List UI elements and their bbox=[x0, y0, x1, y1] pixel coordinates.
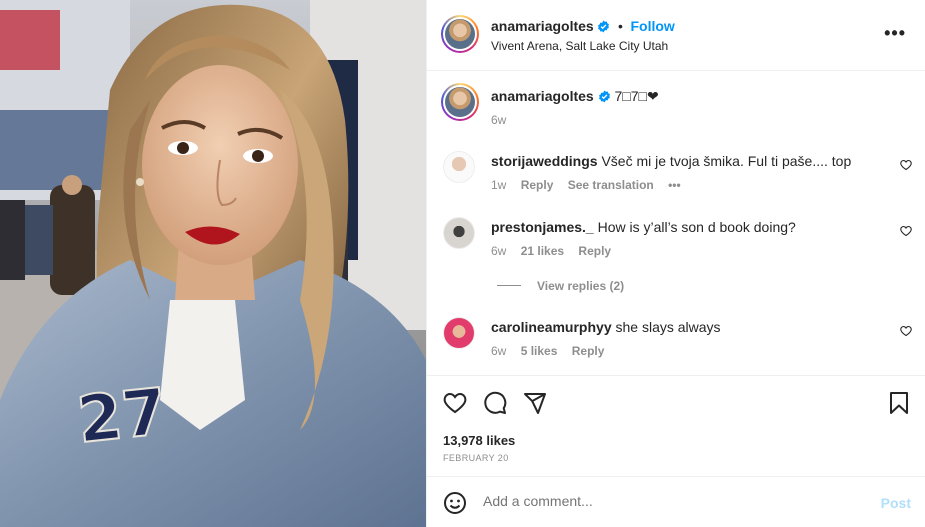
caption-text: 7□7□❤ bbox=[614, 88, 659, 104]
view-replies-button[interactable]: View replies (2) bbox=[537, 279, 624, 293]
comment-likes[interactable]: 21 likes bbox=[521, 244, 564, 258]
heart-icon[interactable] bbox=[900, 325, 912, 340]
heart-icon[interactable] bbox=[900, 159, 912, 174]
reply-button[interactable]: Reply bbox=[521, 178, 554, 192]
add-comment-input[interactable] bbox=[483, 493, 863, 509]
location-link[interactable]: Vivent Arena, Salt Lake City Utah bbox=[491, 39, 668, 53]
author-avatar[interactable] bbox=[441, 15, 479, 53]
caption-time[interactable]: 6w bbox=[491, 113, 506, 127]
post-photo[interactable]: 27 bbox=[0, 0, 426, 527]
comments-list: anamariagoltes 7□7□❤ 6w storijaweddings … bbox=[427, 71, 925, 375]
comment-meta: 1w Reply See translation ••• bbox=[491, 178, 692, 192]
header-title-row: anamariagoltes • Follow bbox=[491, 18, 675, 36]
comment-username[interactable]: prestonjames._ bbox=[491, 219, 594, 235]
comment-text: How is y’all’s son d book doing? bbox=[597, 219, 796, 235]
reply-button[interactable]: Reply bbox=[578, 244, 611, 258]
post-date[interactable]: FEBRUARY 20 bbox=[443, 453, 509, 463]
post-side-panel: anamariagoltes • Follow Vivent Arena, Sa… bbox=[426, 0, 925, 527]
follow-button[interactable]: Follow bbox=[631, 18, 675, 34]
comment-avatar[interactable] bbox=[443, 217, 475, 249]
replies-divider bbox=[497, 285, 521, 286]
comment-time[interactable]: 6w bbox=[491, 244, 506, 258]
verified-badge-icon bbox=[597, 20, 610, 36]
comment-avatar[interactable] bbox=[443, 317, 475, 349]
see-translation-button[interactable]: See translation bbox=[568, 178, 654, 192]
comment-time[interactable]: 1w bbox=[491, 178, 506, 192]
share-icon[interactable] bbox=[523, 391, 547, 418]
comment-meta: 6w 5 likes Reply bbox=[491, 344, 615, 358]
add-comment-bar: Post bbox=[427, 476, 925, 527]
post-comment-button[interactable]: Post bbox=[881, 495, 911, 511]
comment-row: storijaweddings Všeč mi je tvoja šmika. … bbox=[491, 153, 851, 169]
caption: anamariagoltes 7□7□❤ bbox=[491, 88, 659, 106]
heart-icon[interactable] bbox=[900, 225, 912, 240]
comment-username[interactable]: carolineamurphyy bbox=[491, 319, 612, 335]
comment-icon[interactable] bbox=[483, 391, 507, 418]
likes-count[interactable]: 13,978 likes bbox=[443, 433, 515, 448]
post-dialog: 27 anamariagoltes • Follow Vivent Arena,… bbox=[0, 0, 925, 527]
caption-meta: 6w bbox=[491, 113, 517, 127]
post-header: anamariagoltes • Follow Vivent Arena, Sa… bbox=[427, 0, 925, 71]
emoji-icon[interactable] bbox=[443, 491, 467, 518]
selfie-illustration: 27 bbox=[0, 0, 426, 527]
author-username[interactable]: anamariagoltes bbox=[491, 18, 594, 34]
heart-icon[interactable] bbox=[443, 391, 467, 418]
svg-text:27: 27 bbox=[74, 375, 170, 458]
caption-username[interactable]: anamariagoltes bbox=[491, 88, 594, 104]
comment-avatar[interactable] bbox=[443, 151, 475, 183]
caption-author-avatar[interactable] bbox=[441, 83, 479, 121]
comment-time[interactable]: 6w bbox=[491, 344, 506, 358]
comment-options-icon[interactable]: ••• bbox=[668, 178, 681, 192]
bookmark-icon[interactable] bbox=[888, 391, 910, 418]
separator-dot: • bbox=[617, 18, 623, 34]
comment-likes[interactable]: 5 likes bbox=[521, 344, 558, 358]
comment-row: carolineamurphyy she slays always bbox=[491, 319, 721, 335]
comment-row: prestonjames._ How is y’all’s son d book… bbox=[491, 219, 796, 235]
reply-button[interactable]: Reply bbox=[572, 344, 605, 358]
post-actions: 13,978 likes FEBRUARY 20 bbox=[427, 375, 925, 476]
comment-text: Všeč mi je tvoja šmika. Ful ti paše.... … bbox=[601, 153, 852, 169]
comment-username[interactable]: storijaweddings bbox=[491, 153, 598, 169]
verified-badge-icon bbox=[598, 90, 611, 106]
more-options-icon[interactable]: ••• bbox=[884, 23, 906, 44]
comment-meta: 6w 21 likes Reply bbox=[491, 244, 622, 258]
comment-text: she slays always bbox=[615, 319, 721, 335]
